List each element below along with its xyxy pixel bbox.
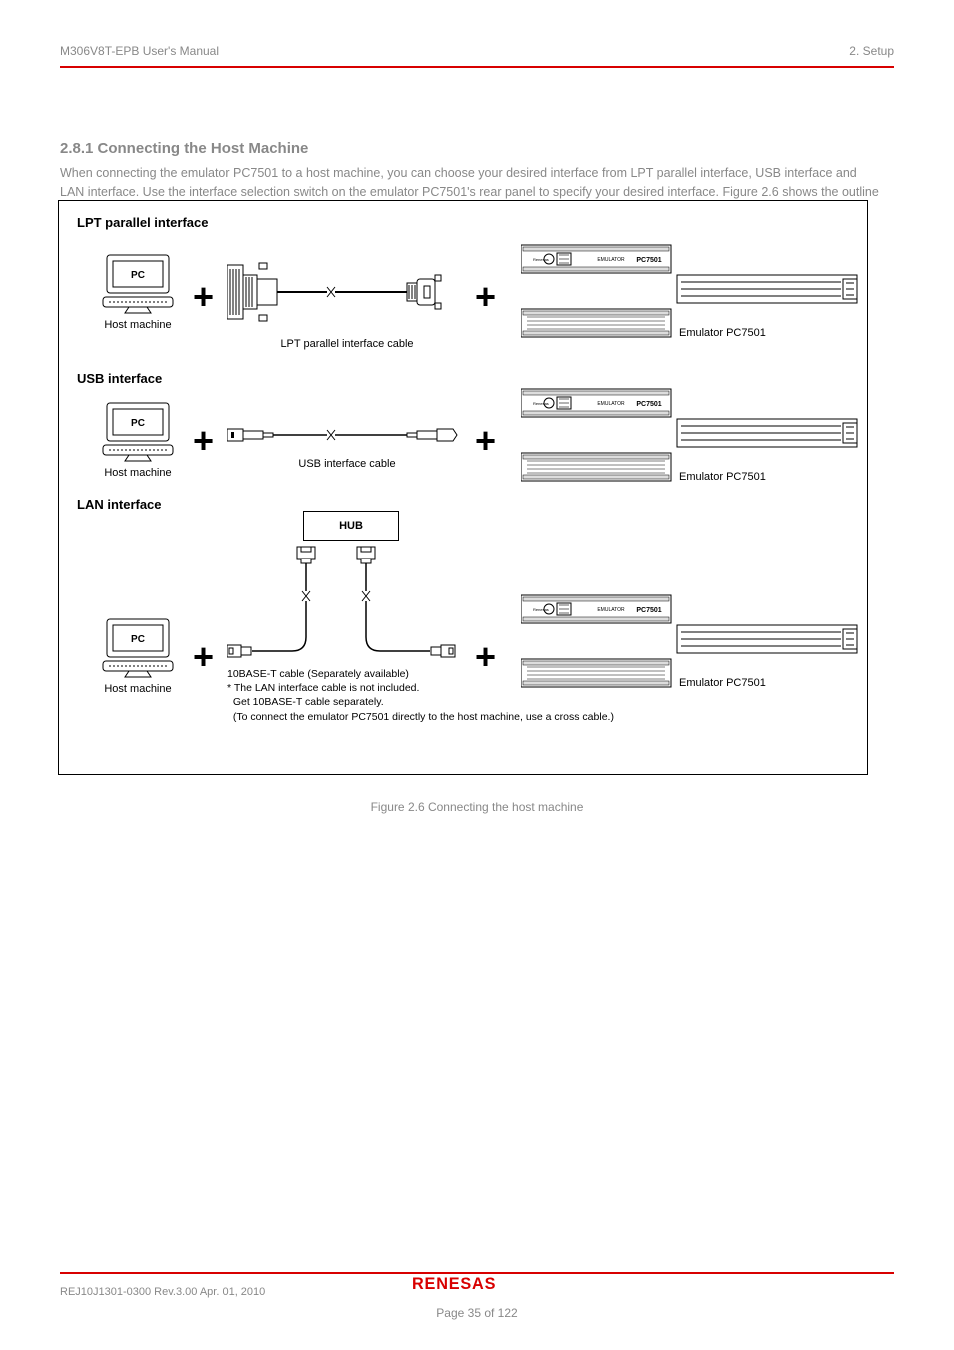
emulator-label: Emulator PC7501: [679, 471, 766, 483]
host-machine-label: Host machine: [83, 683, 193, 695]
emulator-lan: EMULATOR PC7501 Renesas Emulator: [521, 591, 861, 694]
lpt-cable: LPT parallel interface cable: [227, 257, 467, 350]
renesas-logo: RENESAS: [0, 1273, 954, 1300]
emulator-icon: EMULATOR PC7501 Renesas: [521, 385, 861, 483]
svg-text:Renesas: Renesas: [533, 607, 549, 612]
emulator-usb: EMULATOR PC7501 Renesas Emulator: [521, 385, 861, 488]
header-left: M306V8T-EPB User's Manual: [60, 44, 219, 58]
plus-icon: +: [475, 279, 496, 315]
emu-model-text: PC7501: [636, 257, 661, 264]
top-rule: [60, 66, 894, 68]
usb-cable-label: USB interface cable: [227, 458, 467, 470]
figure-caption: Figure 2.6 Connecting the host machine: [0, 800, 954, 814]
usb-cable: USB interface cable: [227, 423, 467, 470]
svg-text:Renesas: Renesas: [533, 257, 549, 262]
lpt-cable-icon: [227, 257, 467, 327]
svg-text:PC: PC: [131, 418, 145, 429]
host-machine-lpt: PC Host machine: [83, 253, 193, 331]
plus-icon: +: [193, 279, 214, 315]
lpt-cable-label: LPT parallel interface cable: [227, 338, 467, 350]
host-machine-label: Host machine: [83, 467, 193, 479]
header-right: 2. Setup: [849, 44, 894, 58]
pc-icon: PC: [99, 401, 177, 463]
svg-text:Renesas: Renesas: [533, 401, 549, 406]
footer-page: Page 35 of 122: [0, 1306, 954, 1320]
host-machine-lan: PC Host machine: [83, 617, 193, 695]
row-lpt: LPT parallel interface PC Host machine +: [59, 215, 867, 365]
svg-text:PC7501: PC7501: [636, 607, 661, 614]
lan-note-line3: Get 10BASE-T cable separately.: [227, 695, 647, 709]
lan-note-line4: (To connect the emulator PC7501 directly…: [227, 710, 647, 724]
svg-text:PC7501: PC7501: [636, 401, 661, 408]
emulator-label: Emulator PC7501: [679, 327, 766, 339]
emu-brand-text: EMULATOR: [597, 257, 625, 263]
svg-text:RENESAS: RENESAS: [412, 1275, 496, 1293]
host-machine-usb: PC Host machine: [83, 401, 193, 479]
row-title-usb: USB interface: [77, 371, 162, 386]
host-machine-label: Host machine: [83, 319, 193, 331]
section-title: 2.8.1 Connecting the Host Machine: [60, 140, 308, 157]
pc-icon: PC: [99, 617, 177, 679]
pc-icon: PC: [99, 253, 177, 315]
usb-cable-icon: [227, 423, 467, 447]
hub-box: HUB: [303, 511, 399, 541]
svg-text:EMULATOR: EMULATOR: [597, 401, 625, 407]
emulator-lpt: EMULATOR PC7501 Renesas: [521, 241, 861, 344]
plus-icon: +: [193, 423, 214, 459]
row-lan: LAN interface HUB: [59, 497, 867, 747]
plus-icon: +: [193, 639, 214, 675]
figure-diagram: LPT parallel interface PC Host machine +: [58, 200, 868, 775]
svg-text:PC: PC: [131, 270, 145, 281]
plus-icon: +: [475, 423, 496, 459]
svg-text:PC: PC: [131, 634, 145, 645]
row-usb: USB interface PC Host machine +: [59, 371, 867, 491]
row-title-lpt: LPT parallel interface: [77, 215, 209, 230]
svg-text:EMULATOR: EMULATOR: [597, 607, 625, 613]
emulator-label: Emulator PC7501: [679, 677, 766, 689]
emulator-icon: EMULATOR PC7501 Renesas: [521, 591, 861, 689]
row-title-lan: LAN interface: [77, 497, 162, 512]
emulator-icon: EMULATOR PC7501 Renesas: [521, 241, 861, 339]
